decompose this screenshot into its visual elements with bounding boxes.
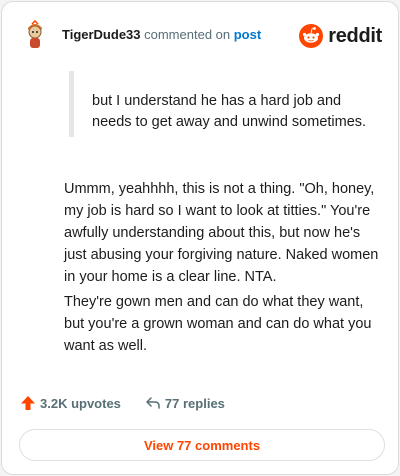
comment-paragraph-1: Ummm, yeahhhh, this is not a thing. "Oh,… [64,181,379,285]
logo-wordmark: reddit [328,24,382,47]
quote-text: but I understand he has a hard job and n… [92,93,367,130]
upvote-arrow-icon [21,396,35,410]
replies-stat[interactable]: 77 replies [145,395,225,411]
comment-byline: TigerDude33 commented on post [62,27,261,42]
upvotes-stat[interactable]: 3.2K upvotes [20,395,121,411]
comment-header: TigerDude33 commented on post reddit [18,16,382,56]
action-text: commented on [140,27,234,42]
reply-arrow-icon [146,397,160,409]
reddit-logo[interactable]: reddit [299,22,382,50]
comment-stats: 3.2K upvotes 77 replies [20,395,225,411]
snoo-avatar-icon[interactable] [18,20,52,54]
reddit-snoo-icon [299,24,324,48]
view-comments-button[interactable]: View 77 comments [19,429,385,461]
comment-paragraph-2: They're gown men and can do what they wa… [64,294,372,354]
post-link[interactable]: post [234,27,261,42]
username[interactable]: TigerDude33 [62,27,141,42]
upvotes-count: 3.2K upvotes [40,395,121,411]
quoted-text: but I understand he has a hard job and n… [69,71,369,137]
replies-count: 77 replies [164,395,225,411]
comment-card: TigerDude33 commented on post reddit but… [1,1,399,475]
